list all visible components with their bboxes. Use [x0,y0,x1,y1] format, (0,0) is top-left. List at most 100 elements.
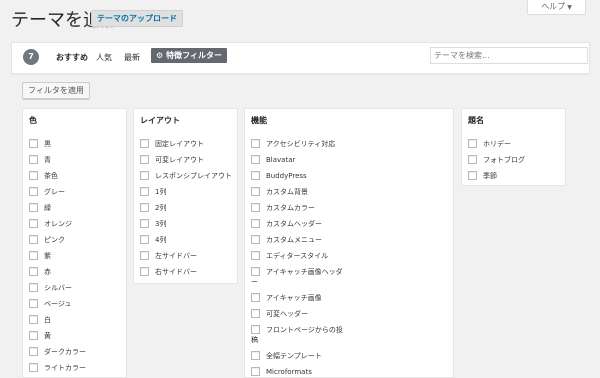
checkbox[interactable] [140,219,149,228]
filter-option[interactable]: Blavatar [251,155,295,164]
filter-option[interactable]: 茶色 [29,171,58,181]
option-label: 茶色 [44,172,58,180]
checkbox[interactable] [251,155,260,164]
checkbox[interactable] [29,187,38,196]
filter-option[interactable]: ライトカラー [29,363,86,373]
checkbox[interactable] [29,315,38,324]
filter-option[interactable]: Microformats [251,367,312,376]
checkbox[interactable] [29,283,38,292]
filter-option[interactable]: カスタムヘッダー [251,219,322,229]
option-label: BuddyPress [266,172,307,180]
filter-option[interactable]: 黒 [29,139,51,149]
checkbox[interactable] [29,347,38,356]
checkbox[interactable] [251,171,260,180]
checkbox[interactable] [251,251,260,260]
tab-featured[interactable]: おすすめ [56,52,88,63]
checkbox[interactable] [140,139,149,148]
feature-filter-button[interactable]: ⚙ 特徴フィルター [151,48,228,63]
tab-latest[interactable]: 最新 [124,52,140,63]
filter-option[interactable]: ダークカラー [29,347,86,357]
checkbox[interactable] [29,299,38,308]
filter-option[interactable]: 白 [29,315,51,325]
filter-option[interactable]: 3列 [140,219,166,229]
option-label: アイキャッチ画像ヘッダ [266,268,343,276]
filter-option[interactable]: 右サイドバー [140,267,197,277]
checkbox[interactable] [140,187,149,196]
filter-option[interactable]: アイキャッチ画像ヘッダ [251,267,343,277]
filter-option[interactable]: 可変ヘッダー [251,309,308,319]
filter-option[interactable]: シルバー [29,283,72,293]
checkbox[interactable] [468,155,477,164]
filter-option[interactable]: 左サイドバー [140,251,197,261]
checkbox[interactable] [251,367,260,376]
theme-search-input[interactable] [430,47,588,64]
filter-option[interactable]: 固定レイアウト [140,139,204,149]
checkbox[interactable] [251,219,260,228]
checkbox[interactable] [29,203,38,212]
feature-filter-label: 特徴フィルター [166,51,223,60]
filter-option[interactable]: グレー [29,187,65,197]
option-label: ライトカラー [44,364,86,372]
checkbox[interactable] [468,171,477,180]
filter-option[interactable]: ホリデー [468,139,511,149]
checkbox[interactable] [251,267,260,276]
filter-option[interactable]: BuddyPress [251,171,307,180]
filter-option[interactable]: エディタースタイル [251,251,328,261]
checkbox[interactable] [251,187,260,196]
filter-option[interactable]: 緑 [29,203,51,213]
filter-option[interactable]: 可変レイアウト [140,155,204,165]
filter-option[interactable]: 4列 [140,235,166,245]
checkbox[interactable] [29,251,38,260]
checkbox[interactable] [29,171,38,180]
filter-option[interactable]: フォトブログ [468,155,525,165]
checkbox[interactable] [140,251,149,260]
apply-filters-button[interactable]: フィルタを適用 [22,82,90,99]
checkbox[interactable] [140,171,149,180]
checkbox[interactable] [251,235,260,244]
filter-option[interactable]: 2列 [140,203,166,213]
filter-option[interactable]: アクセシビリティ対応 [251,139,335,149]
checkbox[interactable] [251,139,260,148]
checkbox[interactable] [29,267,38,276]
filter-option[interactable]: ピンク [29,235,65,245]
filter-option[interactable]: レスポンシブレイアウト [140,171,232,181]
tab-popular[interactable]: 人気 [96,52,112,63]
checkbox[interactable] [140,203,149,212]
filter-option[interactable]: フロントページからの投 [251,325,343,335]
filter-option[interactable]: 黄 [29,331,51,341]
filter-group-title: 色 [29,116,37,125]
upload-theme-button[interactable]: テーマのアップロード [91,10,183,27]
filter-bar: 7 おすすめ 人気 最新 ⚙ 特徴フィルター [11,42,590,74]
checkbox[interactable] [251,293,260,302]
checkbox[interactable] [251,203,260,212]
help-button[interactable]: ヘルプ ▼ [527,0,586,15]
filter-option[interactable]: アイキャッチ画像 [251,293,322,303]
checkbox[interactable] [251,351,260,360]
filter-option[interactable]: 季節 [468,171,497,181]
checkbox[interactable] [140,235,149,244]
checkbox[interactable] [29,235,38,244]
option-label: Blavatar [266,156,296,164]
option-label: Microformats [266,368,312,376]
checkbox[interactable] [140,155,149,164]
filter-option[interactable]: 1列 [140,187,166,197]
checkbox[interactable] [468,139,477,148]
filter-option[interactable]: カスタムカラー [251,203,315,213]
filter-group-subject: 題名 ホリデー フォトブログ 季節 [461,108,566,186]
checkbox[interactable] [29,331,38,340]
filter-option[interactable]: カスタム背景 [251,187,308,197]
checkbox[interactable] [251,309,260,318]
checkbox[interactable] [29,139,38,148]
checkbox[interactable] [29,363,38,372]
filter-option[interactable]: カスタムメニュー [251,235,322,245]
checkbox[interactable] [251,325,260,334]
filter-option[interactable]: オレンジ [29,219,72,229]
checkbox[interactable] [29,155,38,164]
checkbox[interactable] [29,219,38,228]
filter-option[interactable]: 赤 [29,267,51,277]
filter-option[interactable]: 青 [29,155,51,165]
checkbox[interactable] [140,267,149,276]
filter-option[interactable]: 紫 [29,251,51,261]
filter-option[interactable]: 全幅テンプレート [251,351,322,361]
filter-option[interactable]: ベージュ [29,299,71,309]
